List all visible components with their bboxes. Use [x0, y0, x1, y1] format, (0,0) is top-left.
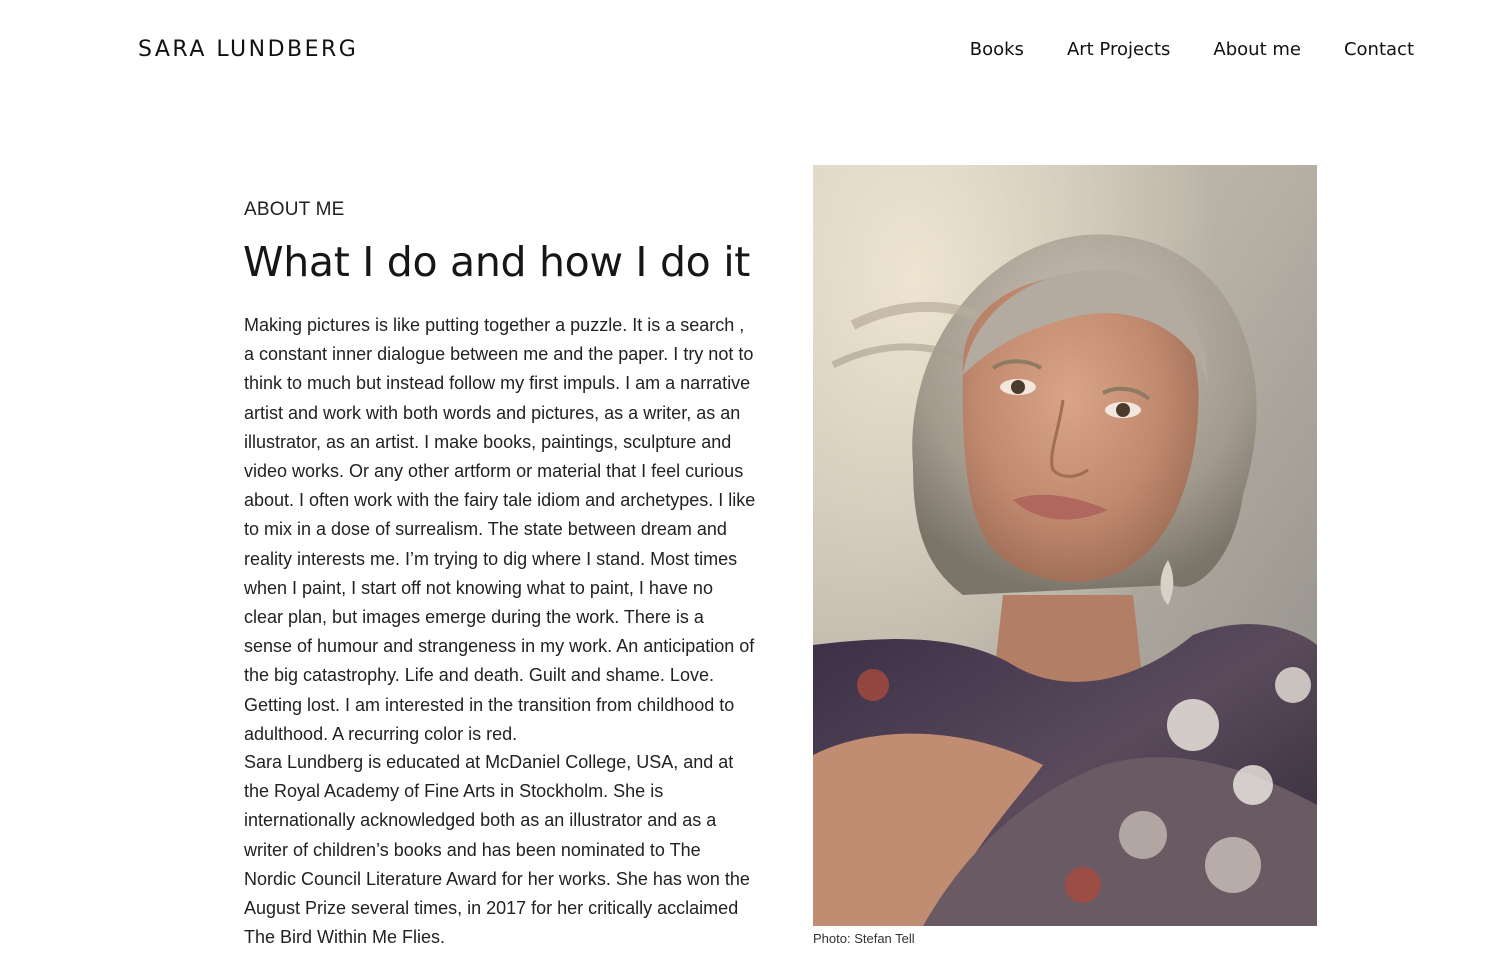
portrait-photo — [813, 165, 1317, 926]
page-title: What I do and how I do it — [243, 238, 751, 286]
nav-link-contact[interactable]: Contact — [1344, 39, 1414, 60]
nav-link-books[interactable]: Books — [970, 39, 1024, 60]
nav-link-art-projects[interactable]: Art Projects — [1067, 39, 1170, 60]
site-logo[interactable]: SARA LUNDBERG — [138, 37, 358, 62]
bio-paragraph-education: Sara Lundberg is educated at McDaniel Co… — [244, 752, 750, 948]
photo-credit: Photo: Stefan Tell — [813, 931, 915, 946]
bio-paragraph-artistic-practice: Making pictures is like putting together… — [244, 315, 756, 744]
site-header: SARA LUNDBERG Books Art Projects About m… — [0, 0, 1500, 100]
section-eyebrow: ABOUT ME — [244, 199, 345, 220]
nav-link-about-me[interactable]: About me — [1213, 39, 1301, 60]
main-nav: Books Art Projects About me Contact — [927, 39, 1414, 60]
